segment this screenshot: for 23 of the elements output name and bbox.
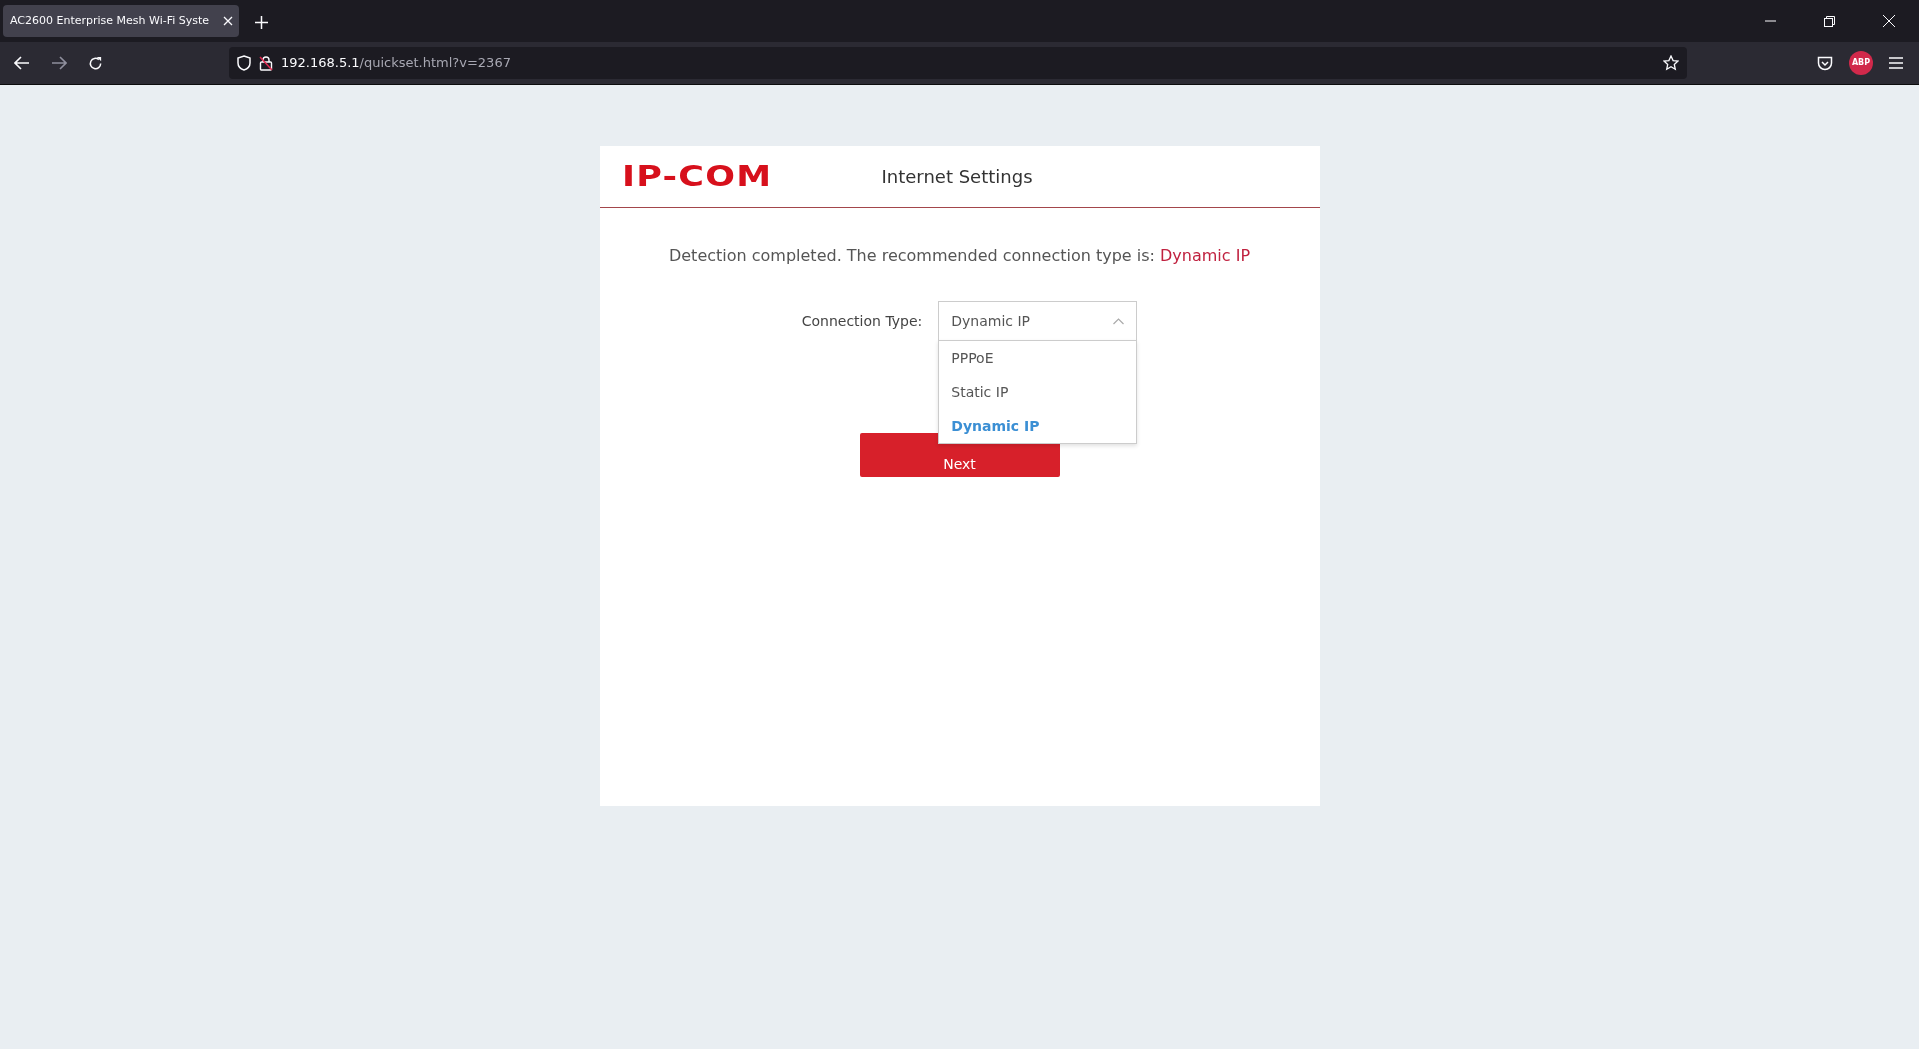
menu-icon[interactable] xyxy=(1889,57,1903,69)
url-text[interactable]: 192.168.5.1/quickset.html?v=2367 xyxy=(281,53,511,73)
field-label: Connection Type: xyxy=(801,311,923,331)
lock-icon[interactable] xyxy=(259,55,273,71)
shield-icon[interactable] xyxy=(237,55,251,71)
detection-message: Detection completed. The recommended connection type is: Dynamic IP xyxy=(667,245,1252,267)
star-icon[interactable] xyxy=(1663,55,1679,71)
close-icon[interactable] xyxy=(223,16,233,26)
pocket-icon[interactable] xyxy=(1817,55,1833,71)
dropdown-option[interactable]: PPPoE xyxy=(939,341,1137,375)
forward-arrow-icon[interactable] xyxy=(51,56,67,70)
chevron-up-icon xyxy=(1113,317,1125,325)
browser-tab[interactable]: AC2600 Enterprise Mesh Wi-Fi Syste xyxy=(3,5,239,37)
back-arrow-icon[interactable] xyxy=(14,56,30,70)
plus-icon[interactable] xyxy=(255,16,268,29)
card-title: Internet Settings xyxy=(881,165,1033,189)
extension-badge[interactable]: ABP xyxy=(1849,51,1873,75)
reload-icon[interactable] xyxy=(88,55,103,71)
logo: IP-COM xyxy=(621,158,773,195)
close-icon[interactable] xyxy=(1883,15,1895,27)
connection-type-select[interactable]: Dynamic IP xyxy=(938,301,1138,341)
restore-icon[interactable] xyxy=(1824,15,1835,27)
dropdown-option[interactable]: Static IP xyxy=(939,375,1137,409)
